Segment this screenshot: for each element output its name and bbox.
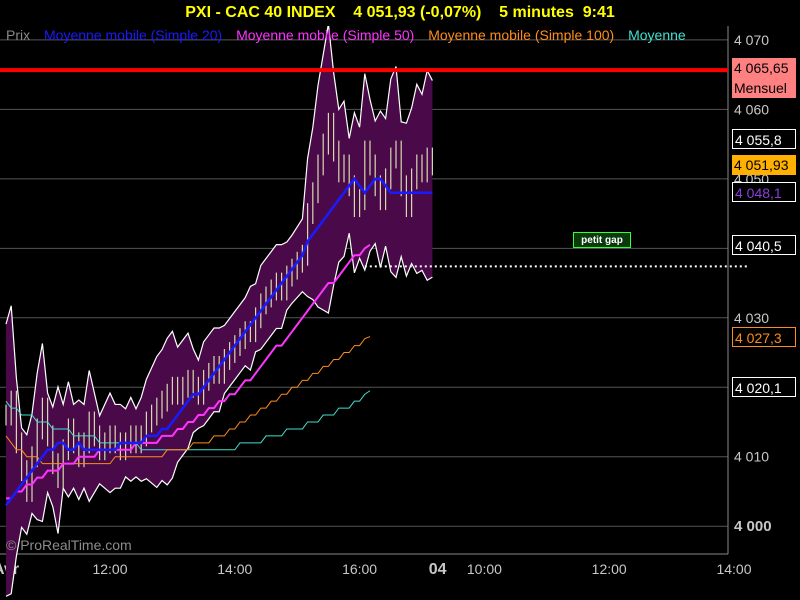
bollinger-band — [6, 26, 433, 597]
legend-sma20: Moyenne mobile (Simple 20) — [44, 27, 223, 43]
chart-title: PXI - CAC 40 INDEX 4 051,93 (-0,07%) 5 m… — [185, 4, 615, 21]
x-tick-label: 14:00 — [217, 561, 252, 577]
legend-price: Prix — [6, 27, 31, 43]
price-tag: 4 051,93 — [732, 155, 796, 176]
legend: Prix Moyenne mobile (Simple 20) Moyenne … — [6, 26, 728, 44]
y-tick-label: 4 060 — [734, 101, 769, 117]
plot-area[interactable]: 4 0004 0104 0204 0304 0404 0504 0604 070… — [0, 26, 772, 597]
y-tick-label: 4 010 — [734, 449, 769, 465]
price-chart[interactable]: 4 0004 0104 0204 0304 0404 0504 0604 070… — [0, 26, 800, 600]
x-tick-label: 14:00 — [716, 561, 751, 577]
x-tick-label: 12:00 — [92, 561, 127, 577]
price-tag-period: Mensuel — [734, 80, 787, 97]
gap-annotation: petit gap — [573, 232, 631, 248]
price-tag: 4 020,1 — [732, 376, 796, 397]
price-tag: 4 065,65 Mensuel — [732, 58, 796, 99]
y-tick-label: 4 030 — [734, 310, 769, 326]
price-tag: 4 040,5 — [732, 234, 796, 255]
price-tag: 4 027,3 — [732, 326, 796, 347]
x-tick-label: 16:00 — [342, 561, 377, 577]
x-tick-label: 04 — [429, 561, 447, 578]
x-tick-label: 10:00 — [467, 561, 502, 577]
legend-sma50: Moyenne mobile (Simple 50) — [236, 27, 415, 43]
price-tag: 4 048,1 — [732, 182, 796, 203]
legend-sma-other: Moyenne — [628, 27, 686, 43]
legend-sma100: Moyenne mobile (Simple 100) — [428, 27, 615, 43]
price-tag: 4 055,8 — [732, 128, 796, 149]
x-tick-label: 12:00 — [592, 561, 627, 577]
y-tick-label: 4 000 — [734, 518, 772, 535]
watermark: © ProRealTime.com — [6, 537, 132, 553]
y-tick-label: 4 070 — [734, 32, 769, 48]
